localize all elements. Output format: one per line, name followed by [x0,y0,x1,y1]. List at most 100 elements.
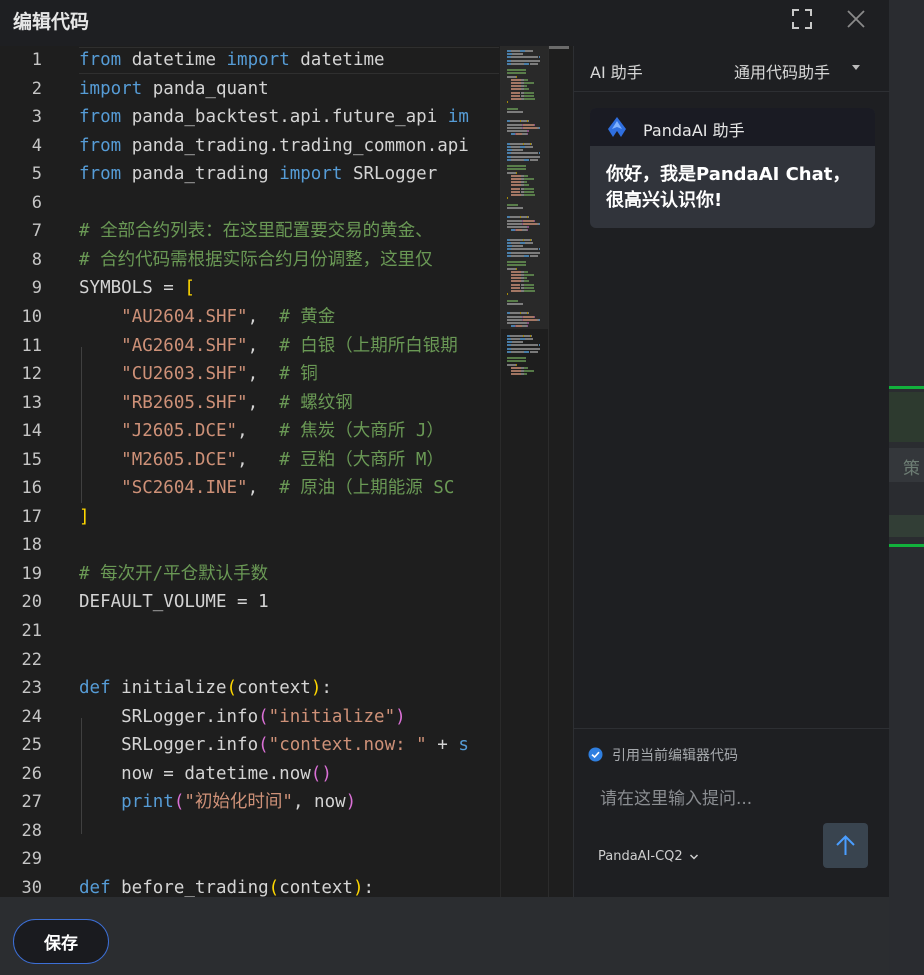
code-line[interactable]: 18 [0,531,500,560]
minimap-line [524,280,529,283]
minimap-line [507,261,526,264]
minimap-line [510,91,521,94]
code-line[interactable]: 29 [0,845,500,874]
minimap-line [524,366,528,369]
code-text: def initialize(context): [79,674,332,703]
fullscreen-icon[interactable] [791,8,813,30]
minimap-line [507,123,523,126]
code-line[interactable]: 11 "AG2604.SHF", # 白银（上期所白银期 [0,332,500,361]
code-line[interactable]: 23 def initialize(context): [0,674,500,703]
caret-down-icon[interactable] [852,65,860,70]
code-line[interactable]: 21 [0,617,500,646]
code-line[interactable]: 24 SRLogger.info("initialize") [0,703,500,732]
minimap-line [524,270,528,273]
code-line[interactable]: 22 [0,646,500,675]
code-text: "CU2603.SHF", # 铜 [79,360,318,389]
code-token: ( [173,792,185,813]
model-selector[interactable]: PandaAI-CQ2 [598,849,683,864]
code-token: # 每次开/平仓默认手数 [79,563,269,584]
code-text: import panda_quant [79,75,269,104]
minimap-line [509,334,524,337]
code-line[interactable]: 5 from panda_trading import SRLogger [0,160,500,189]
code-line[interactable]: 13 "RB2605.SHF", # 螺纹钢 [0,389,500,418]
code-line[interactable]: 20 DEFAULT_VOLUME = 1 [0,588,500,617]
minimap-line [524,174,528,177]
minimap-line [524,184,529,187]
save-button[interactable]: 保存 [13,919,109,964]
code-token: # 黄金 [279,306,336,327]
code-line[interactable]: 4 from panda_trading.trading_common.api [0,132,500,161]
code-line[interactable]: 26 now = datetime.now() [0,760,500,789]
code-token: now = datetime.now [79,763,311,784]
background-row [888,515,924,537]
reference-code-label[interactable]: 引用当前编辑器代码 [612,745,738,765]
minimap-line [510,178,522,180]
assistant-greeting: 你好，我是PandaAI Chat，很高兴认识你! [606,164,851,211]
code-token: SRLogger [342,164,438,185]
code-line[interactable]: 16 "SC2604.INE", # 原油（上期能源 SC [0,474,500,503]
code-line[interactable]: 3 from panda_backtest.api.future_api im [0,103,500,132]
minimap-line [523,219,534,222]
code-line[interactable]: 2 import panda_quant [0,75,500,104]
code-line[interactable]: 25 SRLogger.info("context.now: " + s [0,731,500,760]
line-number: 5 [31,164,42,185]
code-line[interactable]: 9 SYMBOLS = [ [0,274,500,303]
editor-scrollbar[interactable] [548,46,569,897]
minimap-line [507,226,527,228]
code-line[interactable]: 28 [0,817,500,846]
code-line[interactable]: 7 # 全部合约列表：在这里配置要交易的黄金、 [0,217,500,246]
minimap-line [510,286,521,289]
assistant-mode-dropdown[interactable]: 通用代码助手 [734,59,830,83]
prompt-input[interactable] [588,781,868,817]
line-number: 17 [21,506,42,527]
code-line[interactable]: 1 from datetime import datetime [0,46,500,75]
minimap-line [507,206,524,209]
code-line[interactable]: 17] [0,503,500,532]
minimap-line [512,53,524,56]
minimap-line [510,350,525,353]
minimap-line [507,222,523,225]
minimap[interactable] [500,46,549,897]
code-token: from [79,135,122,156]
minimap-line [524,277,527,280]
check-circle-icon[interactable] [588,747,603,762]
minimap-line [510,290,522,292]
code-line[interactable]: 10 "AU2604.SHF", # 黄金 [0,303,500,332]
chevron-down-icon[interactable] [689,853,699,861]
minimap-line [507,72,526,75]
code-line[interactable]: 19 # 每次开/平仓默认手数 [0,560,500,589]
code-line[interactable]: 8 # 合约代码需根据实际合约月份调整，这里仅 [0,246,500,275]
minimap-line [531,142,533,145]
code-line[interactable]: 30 def before_trading(context): [0,874,500,897]
code-token: "RB2605.SHF" [121,392,248,413]
close-icon[interactable] [845,8,867,30]
minimap-line [512,245,524,248]
code-line[interactable]: 12 "CU2603.SHF", # 铜 [0,360,500,389]
code-text: SRLogger.info("context.now: " + s [79,731,469,760]
minimap-line [510,59,541,62]
line-number: 13 [21,392,42,413]
code-editor[interactable]: 1 from datetime import datetime 2 import pa… [0,46,573,897]
line-number: 24 [21,706,42,727]
assistant-name: PandaAI 助手 [643,121,745,140]
code-line[interactable]: 15 "M2605.DCE", # 豆粕（大商所 M） [0,446,500,475]
scrollbar-thumb[interactable] [549,46,569,49]
code-line[interactable]: 27 print("初始化时间", now) [0,788,500,817]
minimap-line [526,130,529,132]
code-token: def [79,678,111,699]
minimap-line [523,315,534,318]
minimap-line [510,194,522,196]
code-line[interactable]: 14 "J2605.DCE", # 焦炭（大商所 J） [0,417,500,446]
code-token: ) [352,877,364,897]
dialog-footer: 保存 [0,897,889,975]
minimap-line [527,120,529,123]
minimap-line [509,120,520,123]
line-number: 3 [31,107,42,128]
code-line[interactable]: 6 [0,189,500,218]
code-text: from panda_trading.trading_common.api [79,132,469,161]
send-button[interactable] [823,823,868,868]
dialog-title: 编辑代码 [13,11,90,33]
minimap-line [510,94,521,97]
